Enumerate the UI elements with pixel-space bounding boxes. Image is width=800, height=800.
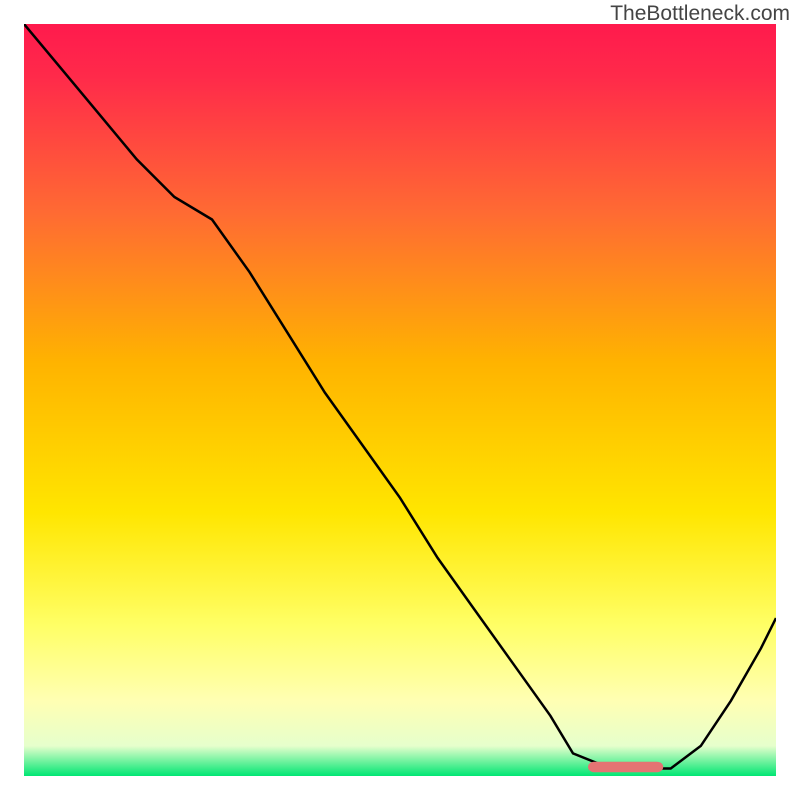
optimal-marker — [588, 762, 663, 773]
gradient-background — [24, 24, 776, 776]
watermark-text: TheBottleneck.com — [610, 2, 790, 26]
chart-container: TheBottleneck.com — [0, 0, 800, 800]
chart-svg — [24, 24, 776, 776]
